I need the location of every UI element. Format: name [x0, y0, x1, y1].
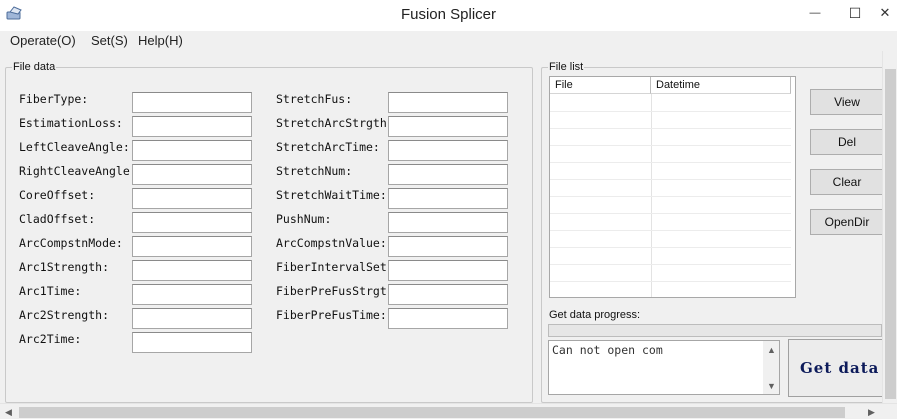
file-list-group-label: File list [548, 61, 585, 73]
menu-bar: Operate(O) Set(S) Help(H) [0, 31, 897, 51]
scroll-up-icon[interactable]: ▲ [767, 345, 776, 355]
fiberprefusstrgt-input[interactable] [388, 284, 508, 305]
window-title: Fusion Splicer [400, 6, 497, 23]
maximize-icon: ☐ [848, 4, 862, 21]
view-button[interactable]: View [810, 89, 884, 115]
grid-line [550, 111, 791, 112]
field-label: StretchArcStrgth [276, 116, 387, 130]
arc1strength-input[interactable] [132, 260, 252, 281]
cladoffset-input[interactable] [132, 212, 252, 233]
field-label: Arc1Strength: [19, 260, 110, 274]
close-icon: ✕ [879, 5, 891, 20]
grid-line [550, 247, 791, 248]
fiberintervalset-input[interactable] [388, 260, 508, 281]
file-data-group-label: File data [12, 61, 57, 73]
column-header-file[interactable]: File [550, 77, 651, 94]
field-label: RightCleaveAngle [19, 164, 130, 178]
scroll-left-icon[interactable]: ◀ [5, 407, 12, 417]
opendir-button[interactable]: OpenDir [810, 209, 884, 235]
field-label: StretchWaitTime: [276, 188, 387, 202]
field-label: ArcCompstnValue: [276, 236, 387, 250]
grid-line [550, 281, 791, 282]
rightcleaveangle-input[interactable] [132, 164, 252, 185]
scroll-right-icon[interactable]: ▶ [868, 407, 875, 417]
grid-line [550, 128, 791, 129]
progress-bar [548, 324, 882, 337]
estimationloss-input[interactable] [132, 116, 252, 137]
vertical-scroll-thumb[interactable] [885, 69, 896, 399]
stretchnum-input[interactable] [388, 164, 508, 185]
field-label: PushNum: [276, 212, 332, 226]
stretchfus-input[interactable] [388, 92, 508, 113]
maximize-button[interactable]: ☐ [840, 0, 870, 26]
field-label: FiberPreFusStrgt [276, 284, 387, 298]
grid-line [550, 196, 791, 197]
fibertype-input[interactable] [132, 92, 252, 113]
arc2time-input[interactable] [132, 332, 252, 353]
field-label: FiberPreFusTime: [276, 308, 387, 322]
arccompstnvalue-input[interactable] [388, 236, 508, 257]
field-label: Arc2Strength: [19, 308, 110, 322]
arc2strength-input[interactable] [132, 308, 252, 329]
progress-label: Get data progress: [549, 309, 641, 321]
field-label: Arc2Time: [19, 332, 82, 346]
arccompstnmode-input[interactable] [132, 236, 252, 257]
fiberprefustime-input[interactable] [388, 308, 508, 329]
menu-operate[interactable]: Operate(O) [10, 33, 76, 48]
grid-line [550, 162, 791, 163]
file-list-view[interactable]: File Datetime [549, 76, 796, 298]
scroll-down-icon[interactable]: ▼ [767, 381, 776, 391]
title-bar: Fusion Splicer — ☐ ✕ [0, 0, 897, 31]
field-label: Arc1Time: [19, 284, 82, 298]
grid-line [550, 230, 791, 231]
stretcharcstrgth-input[interactable] [388, 116, 508, 137]
status-text-area[interactable]: Can not open com [548, 340, 780, 395]
leftcleaveangle-input[interactable] [132, 140, 252, 161]
field-label: FiberIntervalSet [276, 260, 387, 274]
status-text: Can not open com [552, 343, 663, 357]
get-data-button[interactable]: Get data [788, 339, 888, 397]
arc1time-input[interactable] [132, 284, 252, 305]
field-label: ArcCompstnMode: [19, 236, 123, 250]
stretcharctime-input[interactable] [388, 140, 508, 161]
field-label: CoreOffset: [19, 188, 96, 202]
close-button[interactable]: ✕ [870, 0, 897, 26]
field-label: EstimationLoss: [19, 116, 123, 130]
minimize-button[interactable]: — [800, 0, 830, 26]
grid-line [550, 264, 791, 265]
field-label: StretchNum: [276, 164, 353, 178]
field-label: LeftCleaveAngle: [19, 140, 130, 154]
coreoffset-input[interactable] [132, 188, 252, 209]
menu-help[interactable]: Help(H) [138, 33, 183, 48]
menu-set[interactable]: Set(S) [91, 33, 128, 48]
status-scrollbar[interactable]: ▲ ▼ [763, 341, 779, 394]
column-header-datetime[interactable]: Datetime [651, 77, 791, 94]
minimize-icon: — [809, 7, 821, 19]
field-label: FiberType: [19, 92, 89, 106]
window-horizontal-scrollbar[interactable]: ◀ ▶ [0, 403, 897, 419]
field-label: StretchFus: [276, 92, 353, 106]
stretchwaittime-input[interactable] [388, 188, 508, 209]
clear-button[interactable]: Clear [810, 169, 884, 195]
grid-line [550, 213, 791, 214]
window-vertical-scrollbar[interactable] [882, 51, 897, 403]
grid-line [550, 179, 791, 180]
del-button[interactable]: Del [810, 129, 884, 155]
grid-line [550, 145, 791, 146]
field-label: StretchArcTime: [276, 140, 380, 154]
field-label: CladOffset: [19, 212, 96, 226]
horizontal-scroll-thumb[interactable] [19, 407, 845, 418]
pushnum-input[interactable] [388, 212, 508, 233]
